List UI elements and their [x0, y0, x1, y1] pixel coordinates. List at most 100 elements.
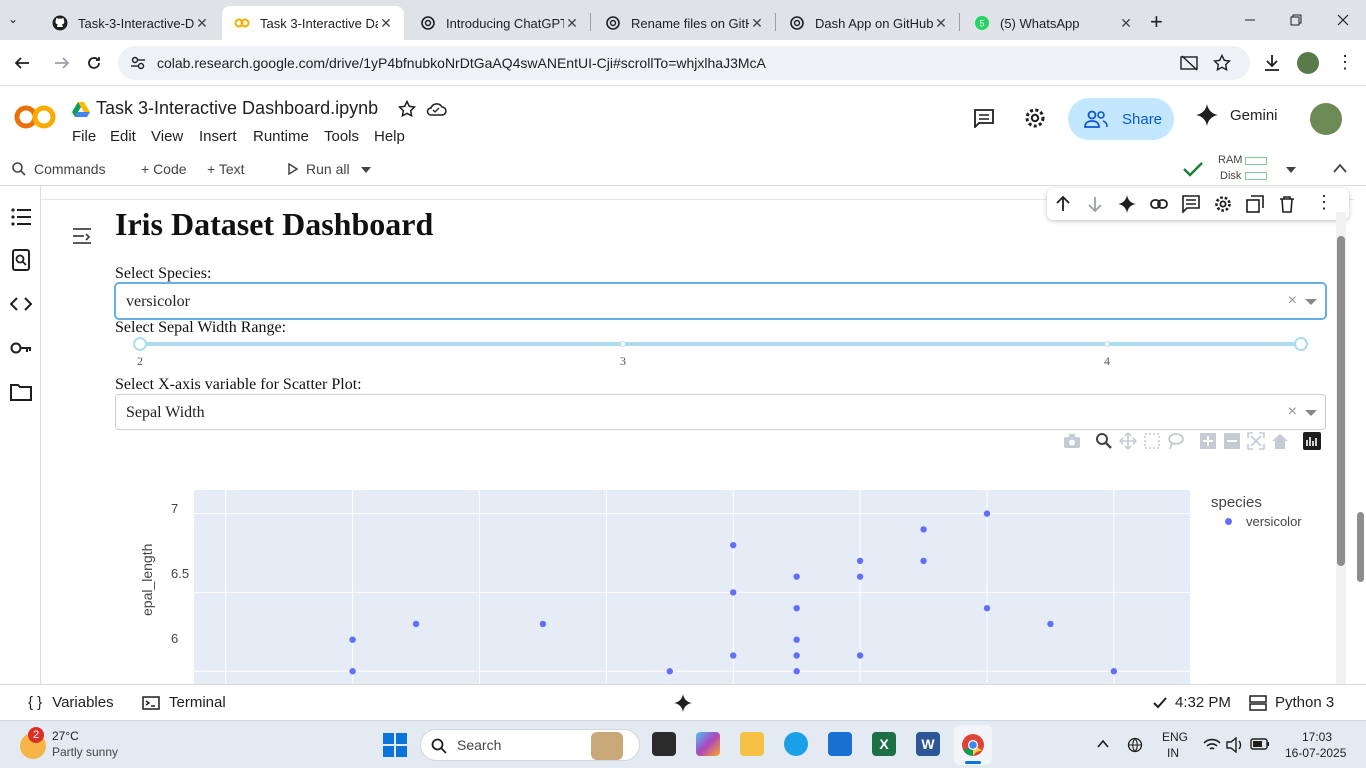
run-all-button[interactable]: Run all — [288, 161, 350, 177]
menu-help[interactable]: Help — [374, 128, 405, 145]
tab-colab-notebook[interactable]: Task 3-Interactive Das ✕ — [222, 6, 404, 40]
menu-view[interactable]: View — [151, 128, 183, 145]
new-tab-button[interactable]: + — [1150, 9, 1163, 35]
output-actions-icon[interactable] — [71, 226, 93, 246]
volume-icon[interactable] — [1226, 737, 1244, 753]
taskbar-search[interactable]: Search — [420, 729, 640, 761]
scatter-point[interactable] — [730, 541, 737, 549]
scatter-point[interactable] — [983, 604, 991, 612]
chevron-down-icon[interactable] — [1305, 299, 1317, 305]
lasso-select-icon[interactable] — [1167, 432, 1185, 450]
add-text-button[interactable]: + Text — [207, 161, 245, 177]
scatter-point[interactable] — [856, 652, 864, 659]
tab-close-icon[interactable]: ✕ — [933, 15, 949, 32]
zoom-out-icon[interactable] — [1223, 432, 1241, 450]
pan-icon[interactable] — [1119, 432, 1137, 450]
species-dropdown[interactable]: versicolor × — [115, 283, 1326, 319]
site-settings-icon[interactable] — [130, 55, 146, 71]
scatter-point[interactable] — [539, 620, 547, 628]
camera-icon[interactable] — [1063, 432, 1081, 450]
scatter-point[interactable] — [666, 668, 673, 675]
back-button[interactable] — [7, 48, 37, 78]
menu-insert[interactable]: Insert — [199, 128, 237, 145]
tab-dash-app[interactable]: Dash App on GitHub ✕ — [777, 6, 959, 40]
chevron-up-icon[interactable] — [1097, 739, 1109, 749]
execution-status[interactable]: 4:32 PM — [1153, 694, 1231, 711]
output-scrollbar[interactable] — [1336, 212, 1346, 684]
tab-close-icon[interactable]: ✕ — [378, 15, 394, 32]
gemini-button[interactable]: Gemini — [1196, 104, 1278, 126]
delete-trash-icon[interactable] — [1278, 195, 1296, 213]
microsoft-store-icon[interactable] — [828, 732, 852, 756]
slider-handle-max[interactable] — [1294, 337, 1308, 351]
address-bar[interactable]: colab.research.google.com/drive/1yP4bfnu… — [118, 46, 1250, 80]
menu-runtime[interactable]: Runtime — [253, 128, 309, 145]
comment-icon[interactable] — [973, 108, 995, 128]
xaxis-dropdown[interactable]: Sepal Width × — [115, 394, 1326, 430]
tab-close-icon[interactable]: ✕ — [1118, 15, 1134, 32]
zoom-in-icon[interactable] — [1199, 432, 1217, 450]
tab-close-icon[interactable]: ✕ — [564, 15, 580, 32]
tab-close-icon[interactable]: ✕ — [749, 15, 765, 32]
scatter-point[interactable] — [349, 668, 356, 675]
add-code-button[interactable]: + Code — [141, 161, 187, 177]
menu-edit[interactable]: Edit — [110, 128, 136, 145]
battery-icon[interactable] — [1250, 738, 1270, 750]
variables-button[interactable]: { } Variables — [28, 694, 114, 711]
legend-item-versicolor[interactable]: versicolor — [1225, 514, 1302, 529]
scatter-point[interactable] — [730, 589, 737, 596]
scatter-point[interactable] — [920, 557, 927, 565]
weather-temp[interactable]: 27°C — [52, 729, 79, 743]
menu-tools[interactable]: Tools — [324, 128, 359, 145]
notebook-scrollbar[interactable] — [1355, 186, 1366, 684]
network-globe-icon[interactable] — [1127, 737, 1145, 753]
scatter-point[interactable] — [856, 557, 864, 565]
scatter-point[interactable] — [920, 526, 927, 533]
files-folder-icon[interactable] — [10, 381, 32, 403]
code-snippets-icon[interactable] — [10, 293, 32, 315]
windows-start-icon[interactable] — [383, 733, 407, 757]
wifi-icon[interactable] — [1203, 737, 1221, 753]
close-window-button[interactable] — [1320, 0, 1366, 40]
scatter-point[interactable] — [412, 620, 420, 628]
file-explorer-icon[interactable] — [740, 732, 764, 756]
scatter-point[interactable] — [983, 510, 991, 517]
star-icon[interactable] — [398, 100, 416, 118]
zoom-icon[interactable] — [1095, 432, 1113, 450]
scatter-plot-area[interactable] — [194, 490, 1190, 684]
scatter-point[interactable] — [793, 668, 800, 675]
scatter-point[interactable] — [856, 573, 864, 580]
link-icon[interactable] — [1150, 195, 1168, 213]
gemini-sparkle-icon[interactable] — [674, 694, 692, 712]
scatter-point[interactable] — [1047, 620, 1054, 628]
scatter-point[interactable] — [793, 573, 800, 580]
notebook-scrollbar-thumb[interactable] — [1357, 512, 1364, 582]
runtime-type-button[interactable]: Python 3 — [1249, 694, 1334, 711]
share-button[interactable]: Share — [1068, 98, 1174, 140]
scatter-point[interactable] — [793, 652, 800, 659]
commands-button[interactable]: Commands — [12, 161, 106, 177]
output-scrollbar-thumb[interactable] — [1337, 236, 1345, 566]
tab-whatsapp[interactable]: 5 (5) WhatsApp ✕ — [962, 6, 1144, 40]
tab-chatgpt[interactable]: Introducing ChatGPT ✕ — [408, 6, 590, 40]
resources-dropdown-icon[interactable] — [1286, 167, 1296, 173]
scatter-point[interactable] — [793, 636, 800, 643]
forward-button[interactable] — [47, 48, 77, 78]
download-icon[interactable] — [1262, 53, 1282, 73]
comment-icon[interactable] — [1182, 195, 1200, 213]
word-icon[interactable]: W — [916, 732, 940, 756]
reset-axes-home-icon[interactable] — [1271, 432, 1289, 450]
notebook-title[interactable]: Task 3-Interactive Dashboard.ipynb — [96, 98, 378, 119]
terminal-button[interactable]: Terminal — [142, 694, 226, 711]
scatter-point[interactable] — [730, 652, 737, 659]
tab-rename-files[interactable]: Rename files on GitH ✕ — [593, 6, 775, 40]
scatter-point[interactable] — [349, 636, 356, 643]
cast-off-icon[interactable] — [1180, 55, 1198, 71]
secrets-key-icon[interactable] — [10, 337, 32, 359]
tab-search-icon[interactable]: ⌄ — [8, 12, 18, 26]
clear-icon[interactable]: × — [1288, 292, 1297, 310]
scatter-point[interactable] — [793, 604, 800, 612]
tab-close-icon[interactable]: ✕ — [194, 15, 210, 32]
language-bottom[interactable]: IN — [1167, 746, 1179, 760]
mirror-cell-icon[interactable] — [1246, 195, 1264, 213]
